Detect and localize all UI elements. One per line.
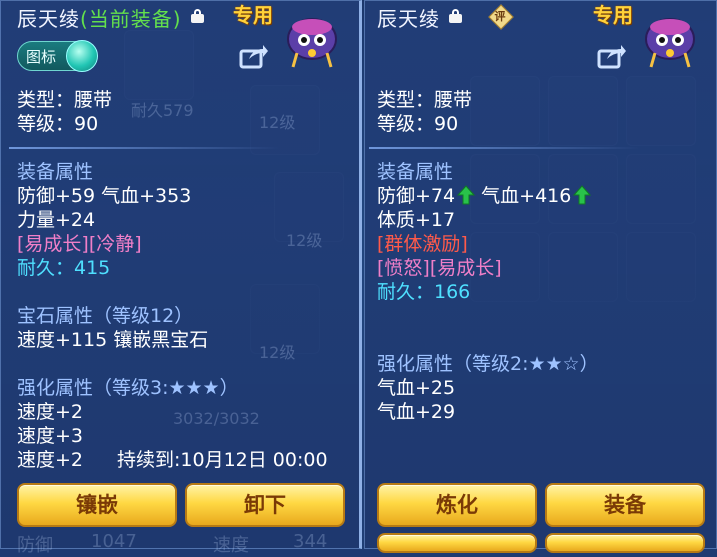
hp-value: 气血+416 [481, 185, 572, 207]
share-icon[interactable] [597, 43, 627, 69]
hidden-button[interactable] [545, 533, 705, 553]
icon-toggle-label: 图标 [26, 48, 57, 66]
inlay-button[interactable]: 镶嵌 [17, 483, 177, 527]
level-line: 等级：90 [377, 113, 459, 135]
hidden-button[interactable] [377, 533, 537, 553]
gem-attr-line: 速度+115 镶嵌黑宝石 [17, 329, 209, 351]
special-effect-tag: [群体激励] [377, 233, 468, 255]
bg-level-text: 12级 [259, 343, 296, 362]
bg-defense-label: 防御 [17, 535, 53, 556]
durability-line: 耐久：166 [377, 281, 471, 303]
expire-time: 持续到:10月12日 00:00 [117, 449, 328, 471]
enhance-attr-line: 气血+29 [377, 401, 456, 423]
item-name: 辰天绫 [377, 7, 440, 31]
equip-attr-line: 防御+74 气血+416 [377, 185, 592, 207]
lock-icon[interactable] [449, 9, 462, 23]
type-line: 类型：腰带 [17, 89, 113, 111]
equip-attr-line: 防御+59 气血+353 [17, 185, 192, 207]
icon-toggle[interactable]: 图标 [17, 40, 98, 72]
bg-level-text: 12级 [286, 231, 323, 250]
special-tags: [愤怒][易成长] [377, 257, 502, 279]
rating-icon[interactable]: 评 [488, 4, 514, 30]
up-arrow-icon [573, 185, 592, 205]
mascot-icon [645, 18, 695, 68]
bg-hp-bar-text: 3032/3032 [173, 409, 260, 428]
equipped-label: (当前装备) [80, 7, 182, 31]
defense-value: 防御+74 [377, 185, 456, 207]
equip-attr-header: 装备属性 [377, 161, 454, 183]
equip-attr-line: 力量+24 [17, 209, 96, 231]
equip-attr-header: 装备属性 [17, 161, 94, 183]
special-badge: 专用 [233, 3, 273, 27]
equip-button[interactable]: 装备 [545, 483, 705, 527]
refine-button[interactable]: 炼化 [377, 483, 537, 527]
lock-icon[interactable] [191, 9, 204, 23]
compare-equipment-panel: 辰天绫 评 专用 类型：腰带 等级：90 装备属性 防御+74 气血+416 体… [364, 0, 717, 553]
item-title: 辰天绫 [377, 3, 440, 32]
type-line: 类型：腰带 [377, 89, 473, 111]
mascot-icon [287, 18, 337, 68]
equip-attr-line: 体质+17 [377, 209, 456, 231]
bg-speed-label: 速度 [213, 535, 249, 556]
current-equipment-panel: 耐久579 12级 12级 12级 3032/3032 防御 1047 速度 3… [0, 0, 362, 556]
rating-label: 评 [494, 10, 506, 23]
item-title: 辰天绫(当前装备) [17, 3, 182, 32]
bg-durability-text: 耐久579 [131, 101, 194, 120]
remove-button[interactable]: 卸下 [185, 483, 345, 527]
bg-level-text: 12级 [259, 113, 296, 132]
enhance-attr-header: 强化属性（等级2:★★☆） [377, 353, 599, 375]
divider [9, 147, 279, 149]
enhance-attr-header: 强化属性（等级3:★★★） [17, 377, 239, 399]
durability-line: 耐久：415 [17, 257, 111, 279]
enhance-attr-line: 速度+3 [17, 425, 84, 447]
gem-attr-header: 宝石属性（等级12） [17, 305, 194, 327]
enhance-attr-line: 速度+2 [17, 449, 84, 471]
toggle-knob[interactable] [66, 40, 98, 72]
enhance-attr-line: 气血+25 [377, 377, 456, 399]
level-line: 等级：90 [17, 113, 99, 135]
divider [369, 147, 639, 149]
up-arrow-icon [457, 185, 476, 205]
special-tags: [易成长][冷静] [17, 233, 142, 255]
special-badge: 专用 [593, 3, 633, 27]
share-icon[interactable] [239, 43, 269, 69]
enhance-attr-line: 速度+2 [17, 401, 84, 423]
item-name: 辰天绫 [17, 7, 80, 31]
